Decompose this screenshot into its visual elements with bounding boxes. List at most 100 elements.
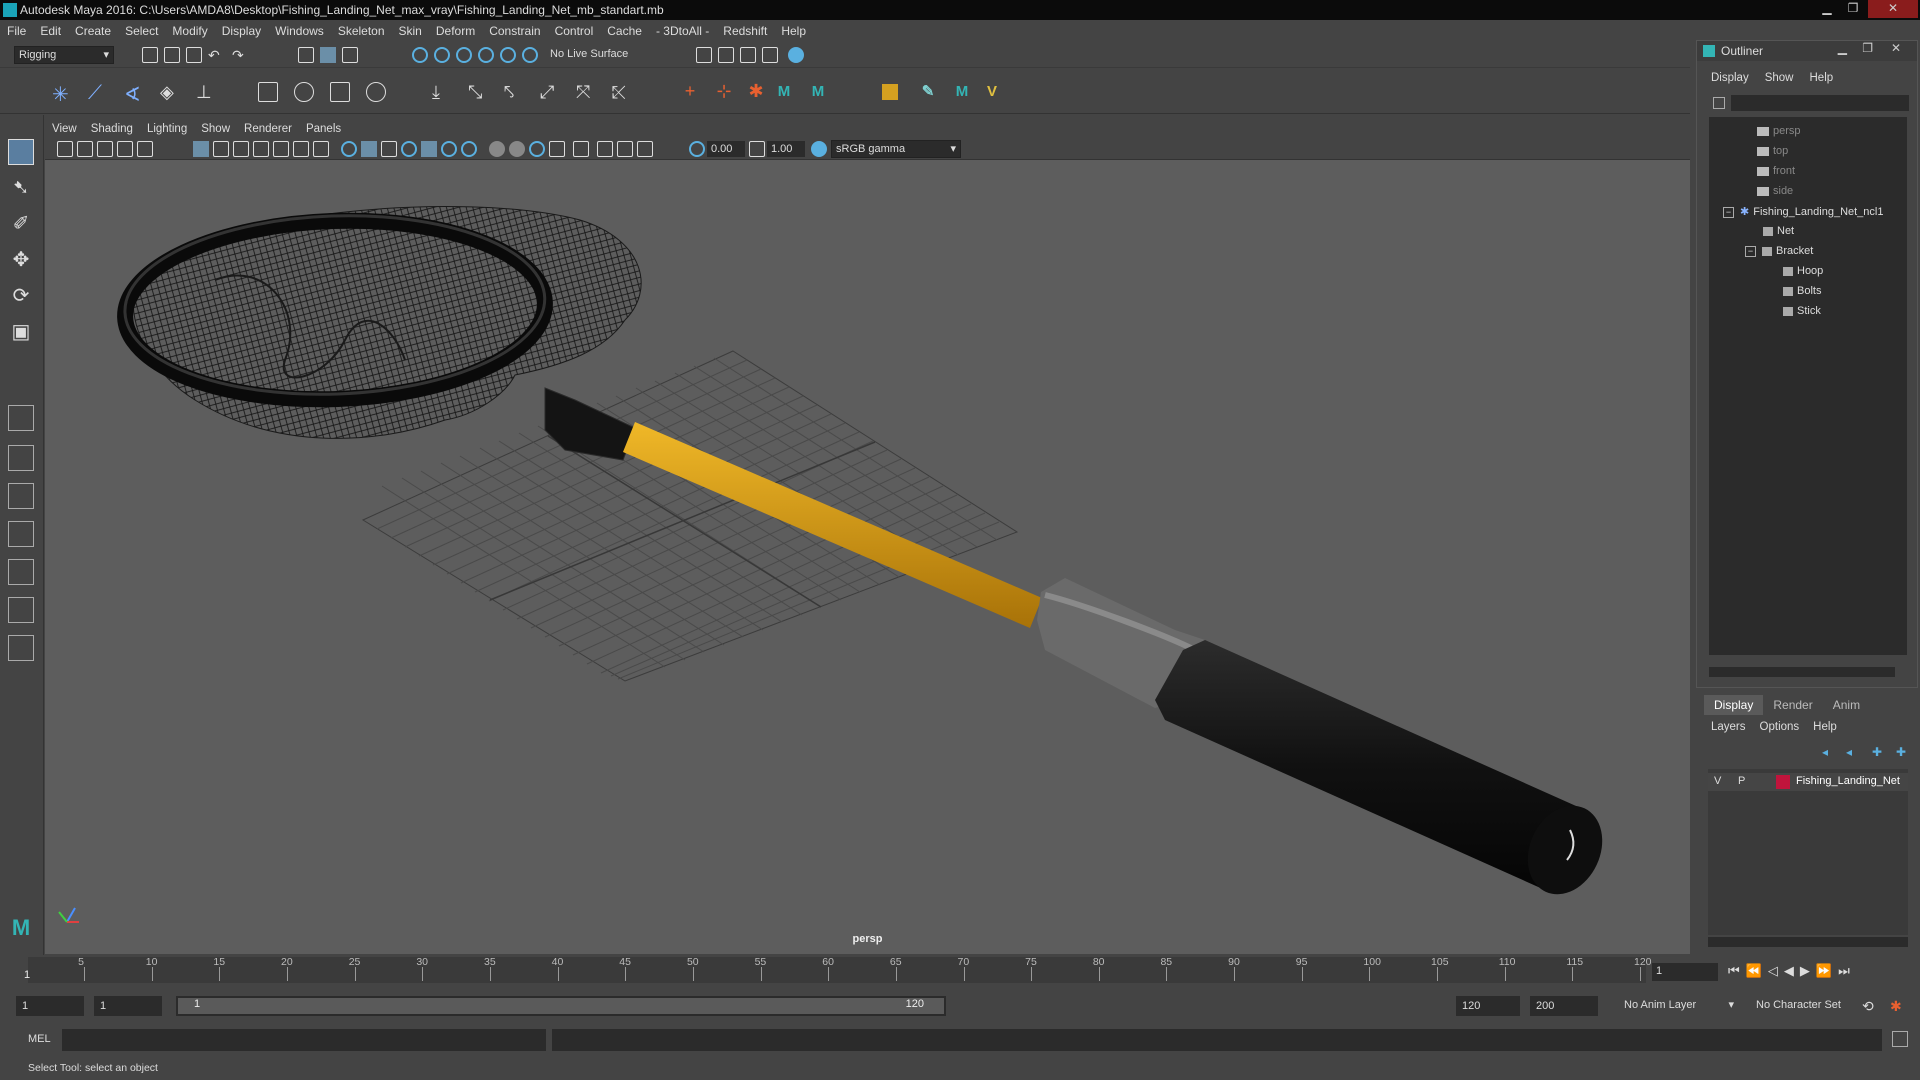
resolution-gate-icon[interactable] xyxy=(233,141,249,157)
range-slider[interactable]: 1 120 xyxy=(176,996,946,1016)
tab-anim[interactable]: Anim xyxy=(1823,695,1870,715)
rotate-tool-icon[interactable]: ⟳ xyxy=(8,283,34,309)
select-tool-icon[interactable] xyxy=(8,139,34,165)
outliner-item-net[interactable]: Net xyxy=(1763,225,1794,237)
parent-constraint-icon[interactable]: ⤧ xyxy=(576,82,592,102)
locator-icon[interactable]: ⊥ xyxy=(196,82,212,102)
exposure-icon[interactable] xyxy=(689,141,705,157)
outliner-item-side[interactable]: side xyxy=(1757,185,1793,197)
menu-edit[interactable]: Edit xyxy=(33,20,68,42)
viewport-persp[interactable]: persp xyxy=(45,160,1690,954)
time-slider-track[interactable] xyxy=(28,957,1646,983)
render-frame-icon[interactable] xyxy=(696,47,712,63)
snap-surface-icon[interactable] xyxy=(500,47,516,63)
layer-color-swatch[interactable] xyxy=(1776,775,1790,789)
ambient-occlusion-icon[interactable] xyxy=(529,141,545,157)
collapse-icon[interactable]: − xyxy=(1745,246,1756,257)
close-button[interactable]: ✕ xyxy=(1868,0,1918,18)
xray-joints-icon[interactable] xyxy=(461,141,477,157)
time-slider[interactable]: 1 1 ⏮⏪◁◀▶⏩⏭ 5 10 15 20 25 30 35 40 45 50 55 60 65 70 7… xyxy=(0,955,1920,987)
skin-bind-icon[interactable]: ✱ xyxy=(748,82,764,100)
textured-icon[interactable] xyxy=(401,141,417,157)
paint-weights-icon[interactable] xyxy=(882,84,898,100)
menu-control[interactable]: Control xyxy=(548,20,601,42)
play-forward-icon[interactable]: ▶ xyxy=(1800,963,1816,978)
scale-tool-icon[interactable]: ▣ xyxy=(8,319,34,345)
snap-curve-icon[interactable] xyxy=(434,47,450,63)
two-pane-icon[interactable] xyxy=(8,483,34,509)
save-scene-icon[interactable] xyxy=(186,47,202,63)
view-transform-dropdown[interactable]: sRGB gamma ▾ xyxy=(831,140,961,158)
menu-display[interactable]: Display xyxy=(215,20,268,42)
hypershade-icon[interactable] xyxy=(762,47,778,63)
layer-name[interactable]: Fishing_Landing_Net xyxy=(1796,775,1900,787)
xray-icon[interactable] xyxy=(441,141,457,157)
lights-icon[interactable] xyxy=(489,141,505,157)
snap-live-icon[interactable] xyxy=(522,47,538,63)
safe-title-icon[interactable] xyxy=(313,141,329,157)
wireframe-icon[interactable] xyxy=(341,141,357,157)
select-hierarchy-icon[interactable] xyxy=(298,47,314,63)
layers-menu-help[interactable]: Help xyxy=(1806,717,1844,737)
anim-layer-dropdown[interactable]: No Anim Layer ▾ xyxy=(1620,996,1738,1016)
menu-skin[interactable]: Skin xyxy=(392,20,429,42)
move-tool-icon[interactable]: ✥ xyxy=(8,247,34,273)
maximize-button[interactable]: ❐ xyxy=(1842,0,1864,18)
layer-move-up-icon[interactable]: ◂ xyxy=(1822,745,1828,759)
script-editor-icon[interactable] xyxy=(1892,1031,1908,1047)
step-forward-key-icon[interactable]: ⏩ xyxy=(1816,963,1838,978)
render-view-icon[interactable] xyxy=(788,47,804,63)
playback-start-field[interactable]: 1 xyxy=(94,996,162,1016)
panel-menu-shading[interactable]: Shading xyxy=(84,120,140,138)
scale-constraint-icon[interactable]: ⤢ xyxy=(540,82,556,102)
paint-select-icon[interactable]: ✐ xyxy=(8,211,34,237)
end-time-field[interactable]: 200 xyxy=(1530,996,1598,1016)
character-set-dropdown[interactable]: No Character Set xyxy=(1752,996,1870,1016)
outliner-hscrollbar[interactable] xyxy=(1709,667,1895,677)
image-plane-icon[interactable] xyxy=(117,141,133,157)
point-constraint-icon[interactable]: ⤓ xyxy=(432,82,448,102)
mode-dropdown[interactable]: Rigging ▾ xyxy=(14,46,114,64)
panel-menu-lighting[interactable]: Lighting xyxy=(140,120,194,138)
layer-row[interactable]: V P Fishing_Landing_Net xyxy=(1708,773,1908,791)
auto-key-icon[interactable]: ⟲ xyxy=(1862,998,1874,1015)
outliner-menu-show[interactable]: Show xyxy=(1757,69,1802,87)
select-object-icon[interactable] xyxy=(320,47,336,63)
menu-constrain[interactable]: Constrain xyxy=(482,20,547,42)
lattice-icon[interactable] xyxy=(330,82,350,102)
frame-selected-icon[interactable] xyxy=(617,141,633,157)
panel-menu-panels[interactable]: Panels xyxy=(299,120,348,138)
open-scene-icon[interactable] xyxy=(164,47,180,63)
snap-view-icon[interactable] xyxy=(478,47,494,63)
live-surface-label[interactable]: No Live Surface xyxy=(550,48,628,60)
menu-deform[interactable]: Deform xyxy=(429,20,482,42)
smooth-shade-icon[interactable] xyxy=(361,141,377,157)
persp-outliner-icon[interactable] xyxy=(8,521,34,547)
menu-windows[interactable]: Windows xyxy=(268,20,331,42)
layer-move-down-icon[interactable]: ◂ xyxy=(1846,745,1852,759)
orient-constraint-icon[interactable]: ⤣ xyxy=(504,82,520,102)
motion-blur-icon[interactable] xyxy=(549,141,565,157)
camera-attr-icon[interactable] xyxy=(77,141,93,157)
tab-render[interactable]: Render xyxy=(1763,695,1822,715)
new-layer-selected-icon[interactable]: ✚ xyxy=(1896,745,1906,759)
custom-layout-icon[interactable] xyxy=(8,635,34,661)
mirror-joint-icon[interactable]: ◈ xyxy=(160,82,176,102)
outliner-item-bolts[interactable]: Bolts xyxy=(1783,285,1821,297)
tab-display[interactable]: Display xyxy=(1704,695,1764,715)
menu-file[interactable]: File xyxy=(0,20,33,42)
outliner-item-hoop[interactable]: Hoop xyxy=(1783,265,1823,277)
ik-handle-icon[interactable]: ⟋ xyxy=(88,82,104,104)
four-pane-icon[interactable] xyxy=(8,445,34,471)
persp-graph-icon[interactable] xyxy=(8,559,34,585)
grease-pencil-icon[interactable] xyxy=(137,141,153,157)
outliner-item-front[interactable]: front xyxy=(1757,165,1795,177)
ik-spline-icon[interactable]: ∢ xyxy=(124,82,141,106)
outliner-close-icon[interactable]: ✕ xyxy=(1891,41,1901,55)
menu-modify[interactable]: Modify xyxy=(165,20,214,42)
gamma-icon[interactable] xyxy=(749,141,765,157)
panel-menu-renderer[interactable]: Renderer xyxy=(237,120,299,138)
layer-visibility-toggle[interactable]: V xyxy=(1714,775,1721,787)
anim-prefs-icon[interactable]: ✱ xyxy=(1890,998,1902,1015)
layers-hscrollbar[interactable] xyxy=(1708,937,1908,947)
